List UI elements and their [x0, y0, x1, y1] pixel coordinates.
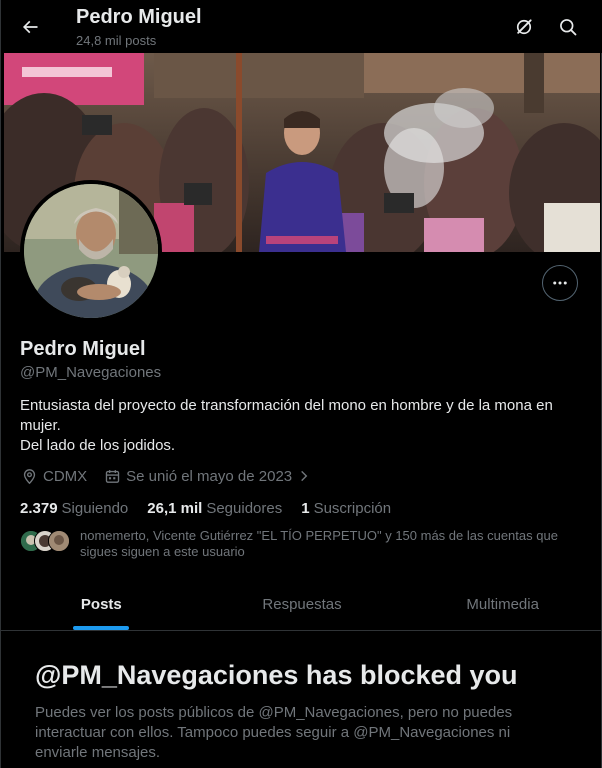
following-count: 2.379 [20, 499, 58, 517]
bio-line: Del lado de los jodidos. [20, 437, 176, 454]
tab-label: Respuestas [262, 595, 342, 613]
tab-media[interactable]: Multimedia [402, 578, 602, 630]
blocked-title: @PM_Navegaciones has blocked you [35, 660, 518, 690]
chevron-right-icon[interactable] [295, 467, 313, 485]
search-button[interactable] [553, 12, 583, 42]
more-horizontal-icon [553, 281, 567, 285]
followers-link[interactable]: 26,1 mil Seguidores [147, 500, 282, 517]
search-icon [560, 19, 577, 36]
tab-replies[interactable]: Respuestas [202, 578, 403, 630]
profile-handle: @PM_Navegaciones [20, 364, 162, 381]
arrow-left-icon [22, 20, 38, 34]
blocked-message: Puedes ver los posts públicos de @PM_Nav… [35, 704, 513, 761]
profile-display-name: Pedro Miguel [20, 338, 146, 360]
profile-join-date[interactable]: Se unió el mayo de 2023 [126, 468, 292, 485]
grok-button[interactable] [509, 12, 539, 42]
followers-you-know-text: nomemerto, Vicente Gutiérrez "EL TÍO PER… [80, 528, 558, 559]
subscriptions-link[interactable]: 1 Suscripción [301, 500, 391, 517]
profile-bio: Entusiasta del proyecto de transformació… [20, 396, 580, 456]
profile-meta: CDMX Se unió el mayo de 2023 [20, 466, 318, 486]
grok-icon [516, 19, 532, 35]
subscriptions-label: Suscripción [313, 499, 392, 517]
profile-avatar[interactable] [20, 180, 162, 322]
following-label: Siguiendo [61, 499, 129, 517]
profile-page: Pedro Miguel 24,8 mil posts Pedro Miguel… [0, 0, 602, 768]
followers-label: Seguidores [206, 499, 283, 517]
top-bar: Pedro Miguel 24,8 mil posts [1, 0, 602, 53]
tab-posts[interactable]: Posts [1, 578, 202, 630]
active-tab-indicator [73, 626, 130, 630]
profile-location: CDMX [43, 467, 88, 485]
back-button[interactable] [15, 12, 45, 42]
subscriptions-count: 1 [301, 499, 310, 517]
follower-avatar [48, 530, 70, 552]
header-post-count: 24,8 mil posts [76, 33, 157, 48]
calendar-icon [103, 467, 121, 485]
followers-you-know[interactable]: nomemerto, Vicente Gutiérrez "EL TÍO PER… [20, 527, 580, 563]
followers-count: 26,1 mil [147, 499, 203, 517]
location-pin-icon [20, 467, 38, 485]
profile-tabs: Posts Respuestas Multimedia [1, 578, 602, 631]
tab-label: Posts [80, 595, 122, 613]
following-link[interactable]: 2.379 Siguiendo [20, 500, 128, 517]
tab-label: Multimedia [466, 595, 539, 613]
header-title: Pedro Miguel [76, 6, 202, 28]
profile-stats: 2.379 Siguiendo 26,1 mil Seguidores 1 Su… [20, 498, 410, 518]
more-options-button[interactable] [542, 265, 578, 301]
bio-line: Entusiasta del proyecto de transformació… [20, 397, 553, 434]
